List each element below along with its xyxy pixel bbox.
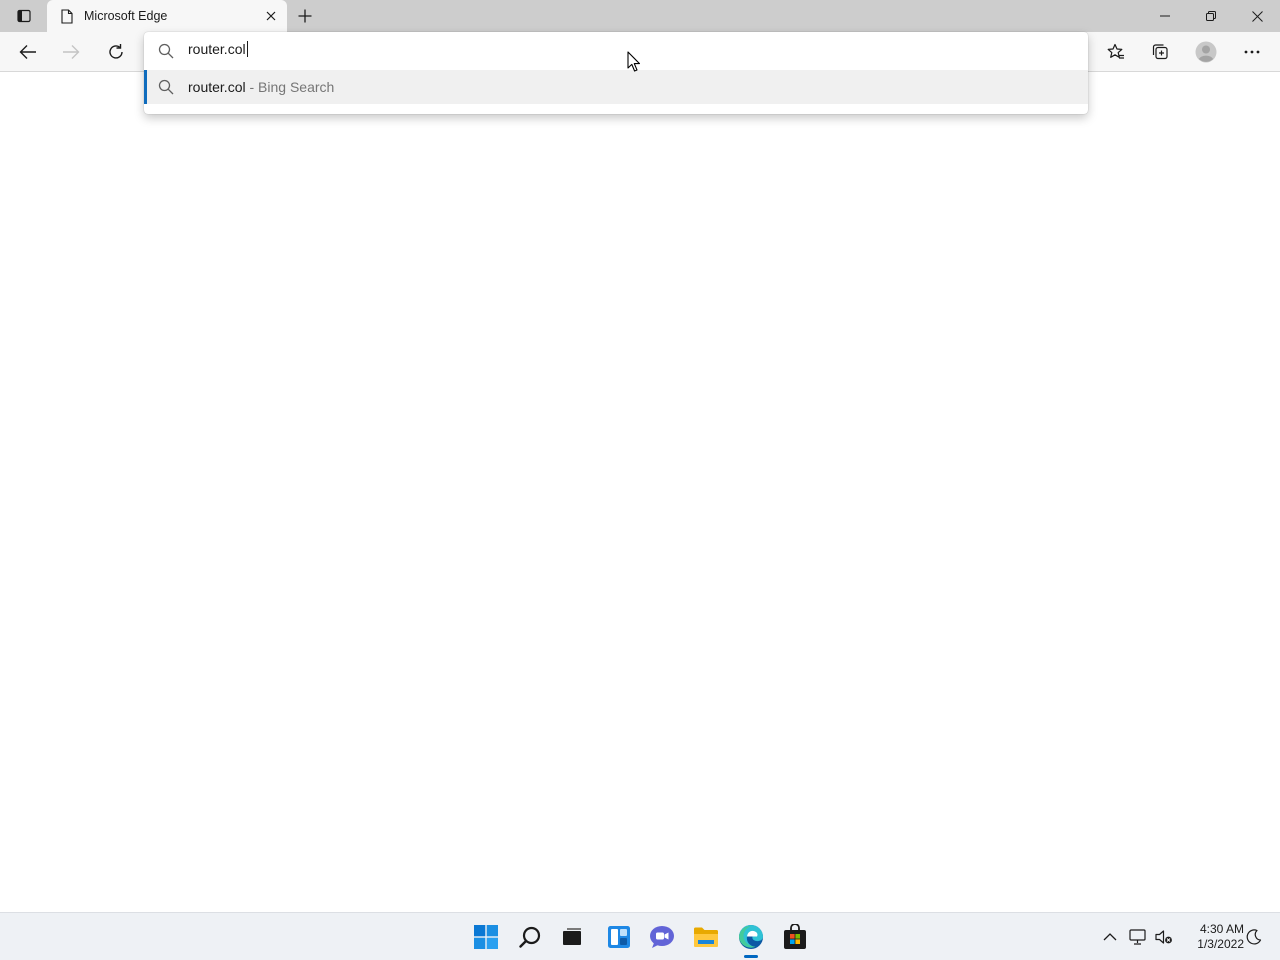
moon-icon (1246, 929, 1262, 945)
clock-date: 1/3/2022 (1197, 937, 1244, 951)
refresh-button[interactable] (100, 36, 132, 68)
collections-button[interactable] (1144, 36, 1176, 68)
title-bar: Microsoft Edge (0, 0, 1280, 32)
widgets-button[interactable] (603, 921, 635, 953)
network-button[interactable] (1128, 927, 1148, 947)
clock[interactable]: 4:30 AM 1/3/2022 (1182, 922, 1244, 952)
edge-taskbar-button[interactable] (735, 921, 767, 953)
forward-arrow-icon (63, 45, 80, 59)
restore-icon (1206, 11, 1216, 21)
window-close-button[interactable] (1234, 0, 1280, 32)
tab-title: Microsoft Edge (84, 9, 168, 23)
tab-active[interactable]: Microsoft Edge (47, 0, 287, 32)
taskbar: 4:30 AM 1/3/2022 (0, 912, 1280, 960)
suggestion-primary: router.col (188, 79, 246, 95)
taskbar-search-button[interactable] (514, 921, 546, 953)
restore-button[interactable] (1188, 0, 1234, 32)
active-app-indicator (744, 955, 758, 958)
clock-time: 4:30 AM (1199, 922, 1244, 936)
edge-icon (739, 925, 763, 949)
focus-assist-button[interactable] (1244, 927, 1264, 947)
start-icon (474, 925, 498, 949)
back-arrow-icon (19, 45, 36, 59)
minimize-icon (1160, 15, 1170, 17)
search-icon (158, 43, 174, 59)
minimize-button[interactable] (1142, 0, 1188, 32)
teams-chat-button[interactable] (646, 921, 678, 953)
profile-button[interactable] (1190, 36, 1222, 68)
mouse-pointer-icon (627, 51, 641, 72)
task-view-button[interactable] (556, 921, 588, 953)
favorites-star-icon (1107, 43, 1124, 59)
address-input-text: router.col (188, 41, 246, 57)
network-icon (1129, 929, 1146, 945)
store-button[interactable] (779, 921, 811, 953)
store-icon (784, 924, 806, 949)
tab-actions-button[interactable] (8, 4, 40, 28)
suggestion-text: router.col - Bing Search (188, 79, 334, 95)
more-dots-icon (1244, 50, 1260, 54)
suggestion-item[interactable]: router.col - Bing Search (144, 70, 1088, 104)
address-bar[interactable]: router.col (144, 32, 1088, 70)
new-tab-button[interactable] (292, 4, 318, 28)
teams-chat-icon (650, 926, 674, 948)
search-icon (158, 79, 174, 95)
settings-more-button[interactable] (1236, 36, 1268, 68)
page-icon (59, 8, 75, 24)
back-button[interactable] (12, 36, 44, 68)
file-explorer-icon (694, 927, 718, 947)
address-input[interactable]: router.col (188, 41, 248, 57)
volume-muted-icon (1155, 930, 1172, 944)
forward-button[interactable] (55, 36, 87, 68)
text-caret (246, 41, 248, 57)
address-bar-dropdown: router.col router.col - Bing Search (144, 32, 1088, 114)
avatar-icon (1195, 41, 1217, 63)
collections-icon (1152, 44, 1168, 60)
plus-icon (298, 9, 312, 23)
close-icon (1251, 10, 1263, 22)
close-icon (266, 11, 276, 21)
refresh-icon (109, 44, 123, 59)
chevron-up-icon (1103, 933, 1117, 941)
favorites-button[interactable] (1100, 36, 1132, 68)
task-view-icon (563, 928, 581, 945)
search-icon (519, 926, 541, 948)
widgets-icon (608, 926, 630, 948)
tab-close-button[interactable] (261, 6, 281, 26)
volume-button[interactable] (1154, 927, 1174, 947)
show-hidden-icons-button[interactable] (1100, 927, 1120, 947)
file-explorer-button[interactable] (690, 921, 722, 953)
suggestion-secondary: - Bing Search (245, 79, 335, 95)
tab-actions-icon (17, 9, 31, 23)
start-button[interactable] (470, 921, 502, 953)
